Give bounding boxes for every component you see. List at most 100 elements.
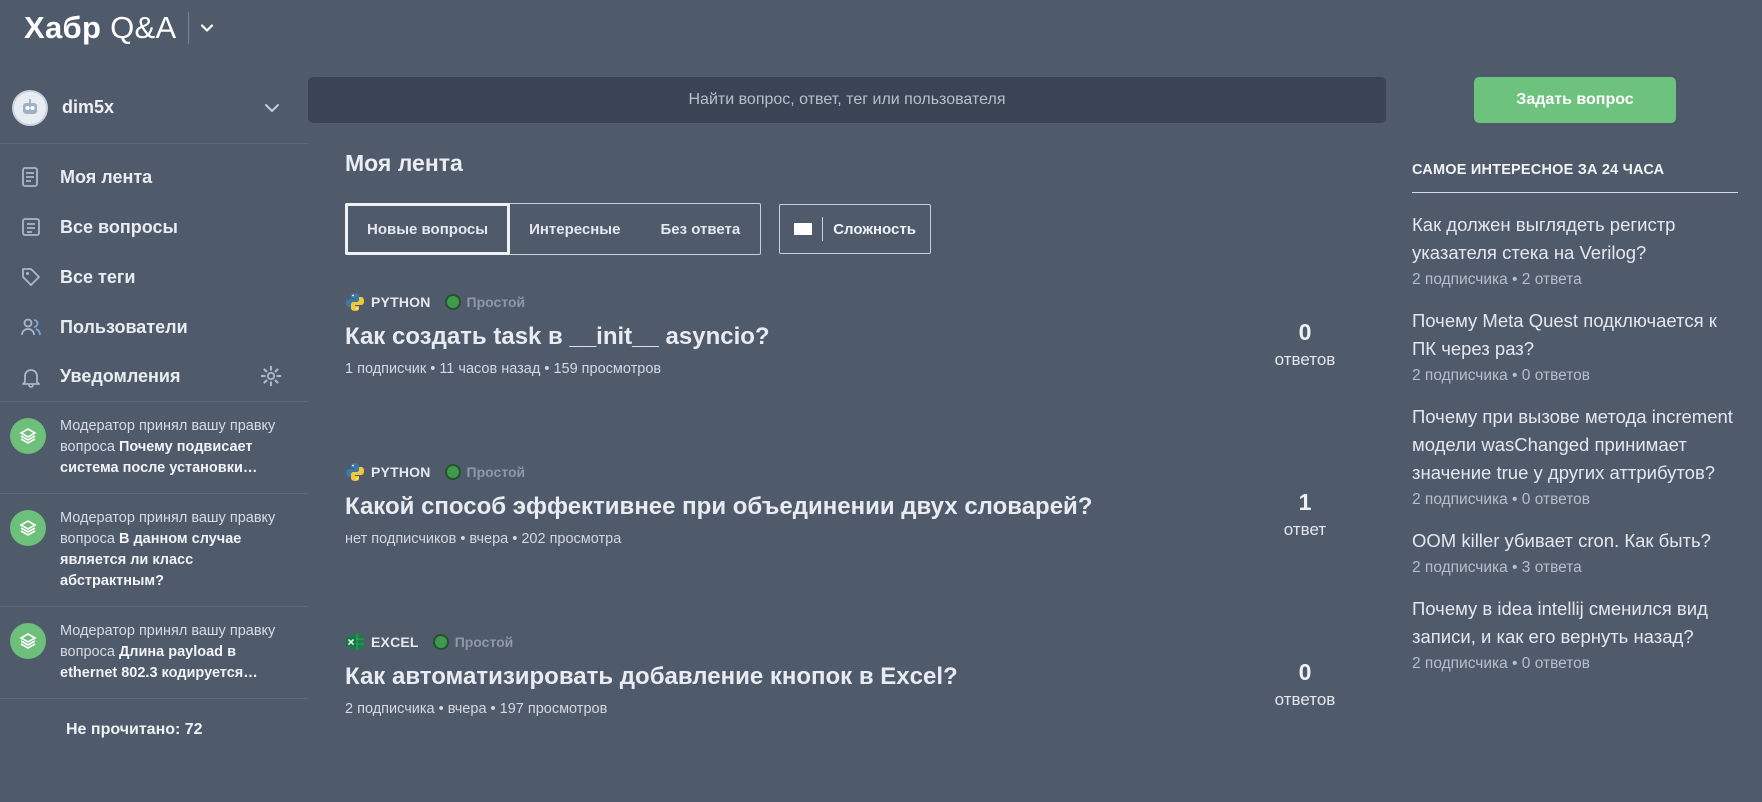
sidebar-item-users[interactable]: Пользователи <box>0 302 308 352</box>
search-input[interactable] <box>308 77 1386 123</box>
notification-item[interactable]: Модератор принял вашу правку вопроса Поч… <box>0 402 308 494</box>
question-item: EXCEL Простой Как автоматизировать добав… <box>345 631 1365 801</box>
sidebar-item-tags[interactable]: Все теги <box>0 252 308 302</box>
tab-unanswered[interactable]: Без ответа <box>640 204 760 254</box>
robot-avatar-icon <box>23 98 37 114</box>
difficulty-icon <box>432 634 449 650</box>
question-title[interactable]: Как автоматизировать добавление кнопок в… <box>345 663 1365 691</box>
question-meta: 1 подписчик • 11 часов назад • 159 просм… <box>345 361 662 377</box>
difficulty-icon <box>444 464 461 480</box>
complexity-swatch-icon <box>794 223 813 235</box>
question-tags: PYTHON Простой <box>345 461 1365 483</box>
answers-counter: 1 ответ <box>1267 489 1343 540</box>
tag-label[interactable]: EXCEL <box>371 634 419 650</box>
main-feed: Моя лента Новые вопросы Интересные Без о… <box>345 150 1365 801</box>
question-title[interactable]: Какой способ эффективнее при объединении… <box>345 493 1365 521</box>
bell-icon <box>22 368 40 388</box>
hot-question-item: Как должен выглядеть регистр указателя с… <box>1412 211 1738 289</box>
question-title[interactable]: Как создать task в __init__ asyncio? <box>345 323 1365 351</box>
logo-divider <box>188 12 190 44</box>
sidebar-item-label: Все теги <box>60 266 136 287</box>
user-menu[interactable]: dim5x <box>0 72 308 144</box>
chevron-down-icon[interactable] <box>262 98 282 118</box>
python-icon[interactable] <box>345 462 365 482</box>
avatar[interactable] <box>12 89 48 126</box>
sidebar-item-label: Уведомления <box>60 366 181 386</box>
complexity-filter[interactable]: Сложность <box>779 204 931 254</box>
logo-text: Хабр Q&A <box>24 10 177 45</box>
sidebar-item-label: Пользователи <box>60 316 188 337</box>
hot-question-title[interactable]: Почему при вызове метода increment модел… <box>1412 403 1738 487</box>
difficulty-label: Простой <box>466 294 526 310</box>
tag-label[interactable]: PYTHON <box>371 464 431 480</box>
notification-text: Модератор принял вашу правку вопроса Дли… <box>60 623 276 681</box>
answers-count: 0 <box>1298 659 1312 685</box>
page-title: Моя лента <box>345 150 463 176</box>
answers-label: ответов <box>1274 350 1336 369</box>
question-item: PYTHON Простой Какой способ эффективнее … <box>345 461 1365 631</box>
notification-text: Модератор принял вашу правку вопроса Поч… <box>60 418 276 476</box>
logo[interactable]: Хабр Q&A <box>24 8 215 48</box>
divider <box>822 217 824 241</box>
answers-count: 1 <box>1298 489 1312 515</box>
question-list: PYTHON Простой Как создать task в __init… <box>345 291 1365 801</box>
hot-question-meta: 2 подписчика • 0 ответов <box>1412 491 1591 508</box>
question-item: PYTHON Простой Как создать task в __init… <box>345 291 1365 461</box>
moderator-icon <box>10 418 46 454</box>
hot-questions-panel: САМОЕ ИНТЕРЕСНОЕ ЗА 24 ЧАСА Как должен в… <box>1412 162 1738 673</box>
hot-questions-title: САМОЕ ИНТЕРЕСНОЕ ЗА 24 ЧАСА <box>1412 162 1738 193</box>
tab-new-questions[interactable]: Новые вопросы <box>345 203 511 255</box>
answers-label: ответ <box>1283 520 1327 539</box>
notification-item[interactable]: Модератор принял вашу правку вопроса Дли… <box>0 607 308 699</box>
hot-question-item: OOM killer убивает cron. Как быть? 2 под… <box>1412 527 1738 577</box>
hot-question-title[interactable]: Почему Meta Quest подключается к ПК чере… <box>1412 307 1738 363</box>
answers-counter: 0 ответов <box>1267 319 1343 370</box>
answers-counter: 0 ответов <box>1267 659 1343 710</box>
question-meta: 2 подписчика • вчера • 197 просмотров <box>345 701 608 717</box>
sidebar-item-label: Все вопросы <box>60 216 178 237</box>
difficulty-label: Простой <box>466 464 526 480</box>
questions-icon <box>22 218 40 236</box>
notification-item[interactable]: Модератор принял вашу правку вопроса В д… <box>0 494 308 607</box>
hot-question-meta: 2 подписчика • 2 ответа <box>1412 271 1582 288</box>
python-icon[interactable] <box>345 292 365 312</box>
excel-icon[interactable] <box>345 632 365 652</box>
hot-question-meta: 2 подписчика • 0 ответов <box>1412 367 1591 384</box>
hot-question-title[interactable]: OOM killer убивает cron. Как быть? <box>1412 527 1738 555</box>
sidebar: dim5x Моя лента Все вопросы Все теги Пол… <box>0 72 308 739</box>
gear-icon[interactable] <box>260 365 282 387</box>
sidebar-item-feed[interactable]: Моя лента <box>0 152 308 202</box>
complexity-label: Сложность <box>833 220 916 238</box>
hot-question-title[interactable]: Почему в idea intellij сменился вид запи… <box>1412 595 1738 651</box>
feed-filters: Новые вопросы Интересные Без ответа Слож… <box>345 203 1365 255</box>
hot-question-item: Почему при вызове метода increment модел… <box>1412 403 1738 509</box>
difficulty-label: Простой <box>454 634 514 650</box>
notification-text: Модератор принял вашу правку вопроса В д… <box>60 510 276 589</box>
difficulty-icon <box>444 294 461 310</box>
user-name[interactable]: dim5x <box>62 97 262 118</box>
hot-question-item: Почему Meta Quest подключается к ПК чере… <box>1412 307 1738 385</box>
chevron-down-icon[interactable] <box>199 20 215 36</box>
hot-question-meta: 2 подписчика • 0 ответов <box>1412 655 1591 672</box>
unread-count[interactable]: Не прочитано: 72 <box>0 699 308 739</box>
ask-question-button[interactable]: Задать вопрос <box>1474 77 1676 123</box>
hot-question-title[interactable]: Как должен выглядеть регистр указателя с… <box>1412 211 1738 267</box>
sidebar-item-notifications[interactable]: Уведомления <box>0 352 308 402</box>
moderator-icon <box>10 510 46 546</box>
tag-label[interactable]: PYTHON <box>371 294 431 310</box>
users-icon <box>21 318 41 336</box>
answers-label: ответов <box>1274 690 1336 709</box>
moderator-icon <box>10 623 46 659</box>
sidebar-item-label: Моя лента <box>60 166 153 187</box>
question-tags: EXCEL Простой <box>345 631 1365 653</box>
tab-interesting[interactable]: Интересные <box>509 204 640 254</box>
feed-tabs: Новые вопросы Интересные Без ответа <box>345 203 762 255</box>
feed-icon <box>22 167 38 187</box>
sidebar-item-questions[interactable]: Все вопросы <box>0 202 308 252</box>
tag-icon <box>22 268 40 286</box>
question-tags: PYTHON Простой <box>345 291 1365 313</box>
answers-count: 0 <box>1298 319 1312 345</box>
hot-question-item: Почему в idea intellij сменился вид запи… <box>1412 595 1738 673</box>
hot-question-meta: 2 подписчика • 3 ответа <box>1412 559 1582 576</box>
question-meta: нет подписчиков • вчера • 202 просмотра <box>345 531 622 547</box>
